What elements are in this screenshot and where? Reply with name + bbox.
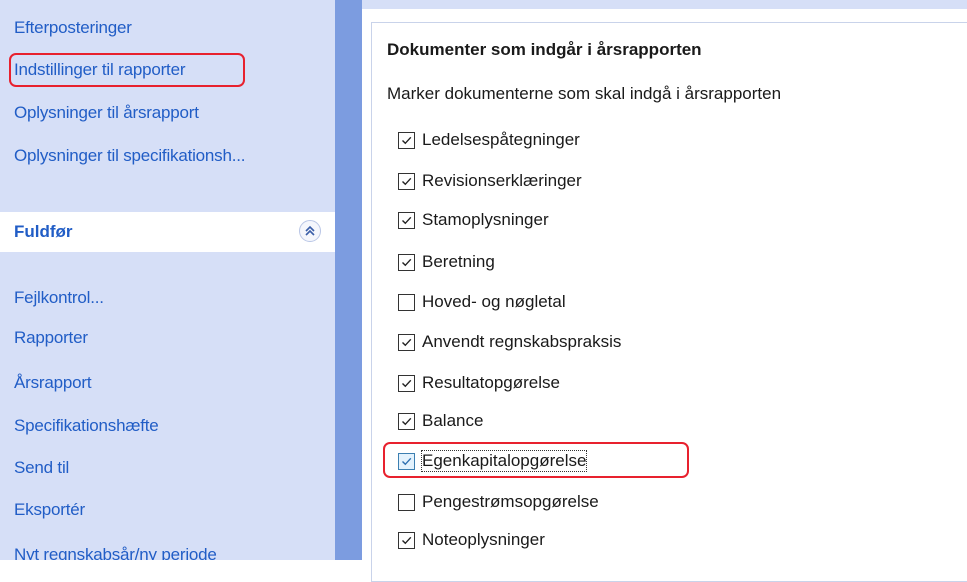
link-efterposteringer[interactable]: Efterposteringer: [14, 18, 132, 38]
checkbox[interactable]: [398, 333, 415, 351]
top-strip: [362, 0, 967, 9]
checkbox-label: Noteoplysninger: [422, 530, 545, 549]
checkbox-row[interactable]: Hoved- og nøgletal: [398, 288, 566, 316]
checkbox[interactable]: [398, 374, 415, 392]
checkbox-row[interactable]: Pengestrømsopgørelse: [398, 488, 599, 516]
checkbox-label: Anvendt regnskabspraksis: [422, 332, 622, 351]
group-title: Dokumenter som indgår i årsrapporten: [387, 40, 702, 59]
checkbox[interactable]: [398, 253, 415, 271]
double-chevron-up-icon[interactable]: [299, 220, 321, 242]
pane-splitter[interactable]: [335, 0, 362, 560]
checkbox[interactable]: [398, 293, 415, 311]
checkmark-icon: [402, 177, 412, 185]
checkbox-label: Pengestrømsopgørelse: [422, 492, 599, 511]
checkbox[interactable]: [398, 131, 415, 149]
link-eksporter[interactable]: Eksportér: [14, 500, 85, 520]
checkbox-label: Stamoplysninger: [422, 210, 549, 229]
checkmark-icon: [402, 536, 412, 544]
link-nyt-regnskabsaar[interactable]: Nyt regnskabsår/ny periode: [14, 545, 217, 560]
task-pane-sidebar: Efterposteringer Indstillinger til rappo…: [0, 0, 335, 560]
checkbox[interactable]: [398, 211, 415, 229]
highlight-annotation: [383, 442, 689, 478]
checkbox-label: Balance: [422, 411, 484, 430]
checkbox-row[interactable]: Revisionserklæringer: [398, 167, 582, 195]
group-description: Marker dokumenterne som skal indgå i års…: [387, 84, 782, 103]
checkbox[interactable]: [398, 172, 415, 190]
checkmark-icon: [402, 258, 412, 266]
checkbox-label: Revisionserklæringer: [422, 171, 582, 190]
link-oplysninger-til-arsrapport[interactable]: Oplysninger til årsrapport: [14, 103, 199, 123]
checkbox-label: Hoved- og nøgletal: [422, 292, 566, 311]
checkbox[interactable]: [398, 493, 415, 511]
section-header-fuldfoer[interactable]: Fuldfør: [0, 212, 335, 252]
link-arsrapport[interactable]: Årsrapport: [14, 373, 92, 393]
link-rapporter[interactable]: Rapporter: [14, 328, 88, 348]
checkbox-row[interactable]: Noteoplysninger: [398, 526, 545, 554]
checkbox-row[interactable]: Balance: [398, 407, 483, 435]
main-panel: Dokumenter som indgår i årsrapporten Mar…: [362, 0, 967, 582]
checkbox-row[interactable]: Resultatopgørelse: [398, 369, 560, 397]
checkbox-label: Ledelsespåtegninger: [422, 130, 580, 149]
link-specifikationshaefte[interactable]: Specifikationshæfte: [14, 416, 159, 436]
link-fejlkontrol[interactable]: Fejlkontrol...: [14, 288, 104, 308]
section-title: Fuldfør: [14, 222, 73, 241]
link-send-til[interactable]: Send til: [14, 458, 69, 478]
checkmark-icon: [402, 216, 412, 224]
checkbox[interactable]: [398, 412, 415, 430]
checkmark-icon: [402, 136, 412, 144]
checkbox-row[interactable]: Beretning: [398, 248, 495, 276]
checkmark-icon: [402, 338, 412, 346]
checkbox[interactable]: [398, 531, 415, 549]
checkbox-row[interactable]: Anvendt regnskabspraksis: [398, 328, 621, 356]
checkmark-icon: [402, 379, 412, 387]
checkbox-row[interactable]: Ledelsespåtegninger: [398, 126, 580, 154]
checkbox-row[interactable]: Stamoplysninger: [398, 206, 549, 234]
link-oplysninger-til-specifikationshaefte[interactable]: Oplysninger til specifikationsh...: [14, 146, 246, 166]
checkmark-icon: [402, 417, 412, 425]
highlight-annotation: [9, 53, 245, 87]
checkbox-label: Beretning: [422, 252, 495, 271]
checkbox-label: Resultatopgørelse: [422, 373, 560, 392]
